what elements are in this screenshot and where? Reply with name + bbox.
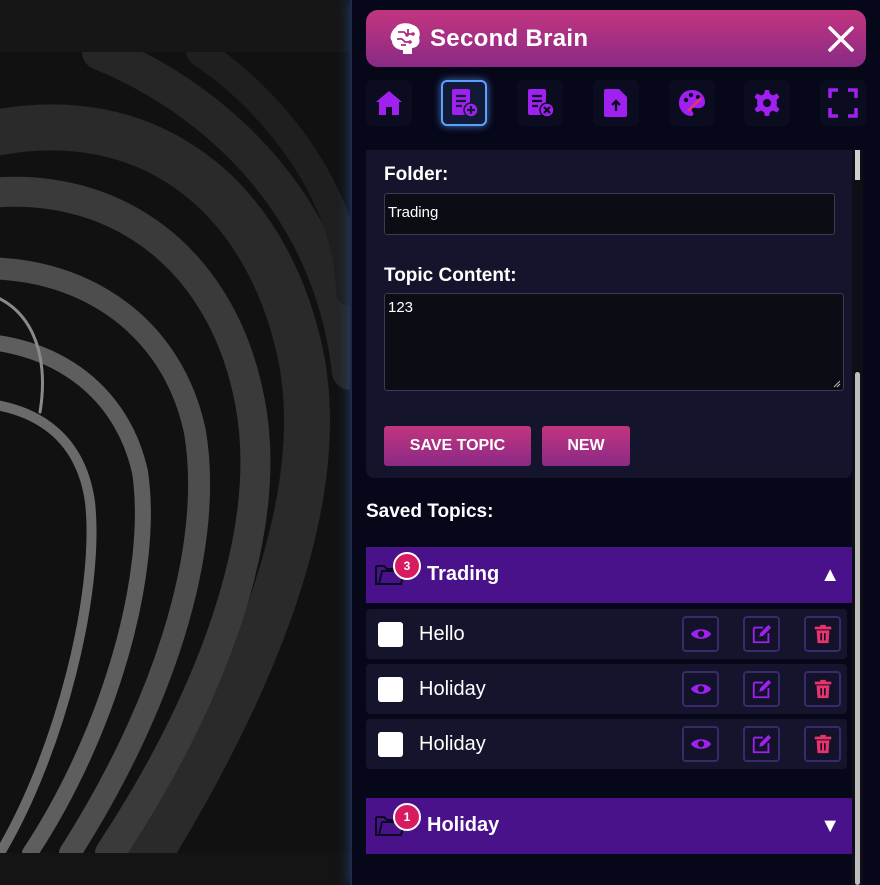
panel-scrollbar[interactable]: [852, 150, 863, 885]
palette-icon: [679, 90, 705, 116]
folder-count-badge: 1: [393, 803, 421, 831]
fullscreen-icon: [828, 88, 858, 118]
topic-content-text: 123: [388, 299, 414, 316]
topic-name: Holiday: [419, 733, 486, 755]
background-bottom-bar: [0, 853, 350, 885]
folder-name: Holiday: [427, 814, 500, 836]
topic-checkbox[interactable]: [378, 622, 403, 647]
eye-icon: [690, 739, 711, 749]
view-topic-button[interactable]: [682, 671, 719, 707]
expand-arrow-icon[interactable]: ▼: [820, 815, 840, 838]
edit-topic-button[interactable]: [743, 616, 780, 652]
folder-count-badge: 3: [393, 552, 421, 580]
upload-file-icon: [604, 89, 627, 117]
topic-content-label: Topic Content:: [384, 265, 517, 286]
edit-topic-button[interactable]: [743, 726, 780, 762]
trash-icon: [814, 679, 831, 699]
view-topic-button[interactable]: [682, 616, 719, 652]
topic-checkbox[interactable]: [378, 677, 403, 702]
edit-icon: [752, 734, 771, 754]
settings-icon: [754, 90, 780, 116]
topic-name: Hello: [419, 623, 465, 645]
eye-icon: [690, 684, 711, 694]
toolbar-fullscreen-button[interactable]: [820, 80, 866, 126]
abstract-wave-art: [0, 52, 350, 853]
scrollbar-thumb[interactable]: [855, 372, 860, 885]
topic-row: Holiday: [366, 664, 847, 714]
folder-header-trading[interactable]: 3 Trading ▲: [366, 547, 854, 603]
topic-row: Holiday: [366, 719, 847, 769]
topic-form: Folder: Trading Topic Content: 123 SAVE …: [366, 150, 852, 478]
edit-icon: [752, 679, 771, 699]
topic-content-textarea[interactable]: 123: [384, 293, 844, 391]
desktop-wallpaper: [0, 0, 350, 885]
add-topic-icon: [452, 89, 479, 118]
trash-icon: [814, 734, 831, 754]
collapse-arrow-icon[interactable]: ▲: [820, 564, 840, 587]
scrollbar-track-top: [855, 150, 860, 180]
delete-topic-button[interactable]: [804, 726, 841, 762]
edit-topic-button[interactable]: [743, 671, 780, 707]
app-title: Second Brain: [430, 24, 589, 52]
toolbar-upload-button[interactable]: [593, 80, 639, 126]
second-brain-panel: Second Brain Folder: Trading Topic Conte…: [350, 0, 880, 885]
panel-header: Second Brain: [366, 10, 866, 67]
edit-icon: [752, 624, 771, 644]
trash-icon: [814, 624, 831, 644]
panel-content: Folder: Trading Topic Content: 123 SAVE …: [366, 150, 866, 885]
remove-topic-icon: [528, 89, 555, 118]
saved-topics-heading: Saved Topics:: [366, 501, 494, 522]
background-top-bar: [0, 0, 350, 52]
view-topic-button[interactable]: [682, 726, 719, 762]
save-topic-button[interactable]: SAVE TOPIC: [384, 426, 531, 466]
folder-label: Folder:: [384, 164, 449, 185]
toolbar-home-button[interactable]: [366, 80, 412, 126]
toolbar: [366, 78, 871, 128]
brain-logo-icon: [390, 22, 420, 54]
toolbar-theme-button[interactable]: [669, 80, 715, 126]
folder-name: Trading: [427, 563, 500, 585]
toolbar-remove-topic-button[interactable]: [517, 80, 563, 126]
close-icon[interactable]: [826, 24, 856, 54]
topic-row: Hello: [366, 609, 847, 659]
folder-header-holiday[interactable]: 1 Holiday ▼: [366, 798, 854, 854]
folder-input[interactable]: Trading: [384, 193, 835, 235]
delete-topic-button[interactable]: [804, 616, 841, 652]
resize-grip-icon[interactable]: [833, 380, 841, 388]
toolbar-add-topic-button[interactable]: [441, 80, 487, 126]
delete-topic-button[interactable]: [804, 671, 841, 707]
new-topic-button[interactable]: NEW: [542, 426, 630, 466]
topic-name: Holiday: [419, 678, 486, 700]
home-icon: [376, 91, 402, 115]
eye-icon: [690, 629, 711, 639]
topic-checkbox[interactable]: [378, 732, 403, 757]
toolbar-settings-button[interactable]: [744, 80, 790, 126]
